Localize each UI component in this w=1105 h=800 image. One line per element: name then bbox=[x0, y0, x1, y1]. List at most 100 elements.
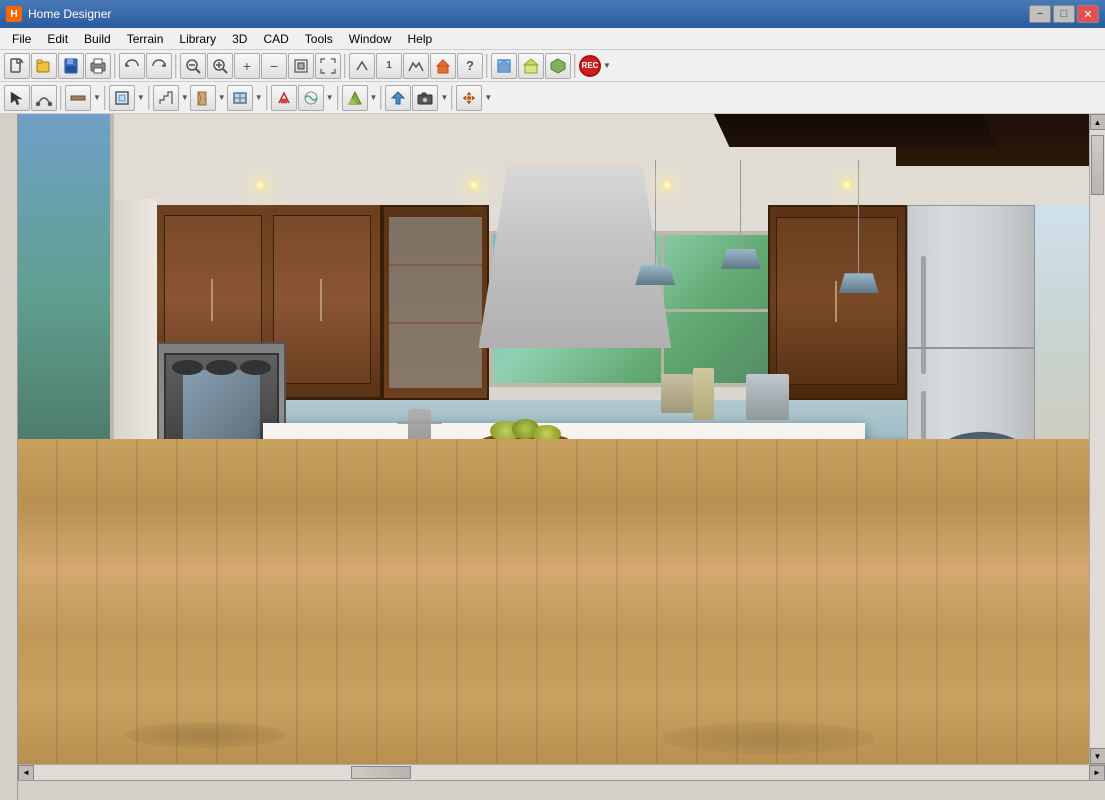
minimize-button[interactable]: − bbox=[1029, 5, 1051, 23]
vertical-scrollbar[interactable]: ▲ ▼ bbox=[1089, 114, 1105, 764]
door-dropdown-arrow[interactable]: ▼ bbox=[218, 93, 226, 102]
open-button[interactable] bbox=[31, 53, 57, 79]
separator-1 bbox=[114, 54, 116, 78]
title-bar: H Home Designer − □ ✕ bbox=[0, 0, 1105, 28]
paint-tool-button[interactable] bbox=[271, 85, 297, 111]
menu-item-cad[interactable]: CAD bbox=[255, 28, 296, 49]
zoom-out-button[interactable] bbox=[180, 53, 206, 79]
oven-door-top bbox=[164, 353, 279, 455]
menu-item-window[interactable]: Window bbox=[341, 28, 400, 49]
redo-button[interactable] bbox=[146, 53, 172, 79]
material-dropdown-arrow[interactable]: ▼ bbox=[326, 93, 334, 102]
menu-item-3d[interactable]: 3D bbox=[224, 28, 255, 49]
menu-item-build[interactable]: Build bbox=[76, 28, 119, 49]
camera-tool-button[interactable] bbox=[412, 85, 438, 111]
window-tool-button[interactable] bbox=[227, 85, 253, 111]
rec-dropdown-arrow[interactable]: ▼ bbox=[603, 61, 611, 70]
scroll-down-button[interactable]: ▼ bbox=[1090, 748, 1105, 764]
burner-2 bbox=[641, 449, 696, 471]
stairs-dropdown-arrow[interactable]: ▼ bbox=[181, 93, 189, 102]
question-button[interactable]: ? bbox=[457, 53, 483, 79]
menu-item-help[interactable]: Help bbox=[399, 28, 440, 49]
floor-plan-button[interactable] bbox=[491, 53, 517, 79]
cabinet-door-2 bbox=[273, 215, 371, 384]
room-tool-button[interactable] bbox=[109, 85, 135, 111]
oven-door-bottom bbox=[164, 475, 279, 577]
3d-view-button[interactable] bbox=[545, 53, 571, 79]
separator-9 bbox=[266, 86, 268, 110]
separator-12 bbox=[451, 86, 453, 110]
menu-item-tools[interactable]: Tools bbox=[297, 28, 341, 49]
title-bar-controls: − □ ✕ bbox=[1029, 5, 1099, 23]
maximize-button[interactable]: □ bbox=[1053, 5, 1075, 23]
room-dropdown-arrow[interactable]: ▼ bbox=[137, 93, 145, 102]
zoom-in-button[interactable] bbox=[207, 53, 233, 79]
island-faucet bbox=[408, 409, 430, 470]
scroll-thumb-vertical[interactable] bbox=[1091, 135, 1104, 195]
select-tool-button[interactable] bbox=[4, 85, 30, 111]
knob-1 bbox=[172, 360, 203, 375]
scroll-right-button[interactable]: ► bbox=[1089, 765, 1105, 781]
viewport[interactable]: VIKING bbox=[18, 114, 1089, 764]
separator-8 bbox=[148, 86, 150, 110]
wall-dropdown-arrow[interactable]: ▼ bbox=[93, 93, 101, 102]
menu-item-edit[interactable]: Edit bbox=[39, 28, 76, 49]
move-tool-button[interactable] bbox=[456, 85, 482, 111]
move-dropdown-arrow[interactable]: ▼ bbox=[484, 93, 492, 102]
sink-right bbox=[425, 450, 491, 477]
terrain-tool-button[interactable] bbox=[342, 85, 368, 111]
terrain-dropdown-arrow[interactable]: ▼ bbox=[370, 93, 378, 102]
3d-house-button[interactable] bbox=[518, 53, 544, 79]
window-dropdown-arrow[interactable]: ▼ bbox=[255, 93, 263, 102]
spot-light-3 bbox=[661, 179, 673, 191]
oven-knobs bbox=[172, 360, 272, 375]
pendant-light-3 bbox=[832, 160, 886, 323]
stool-leg-2 bbox=[887, 513, 895, 666]
camera-dropdown-arrow[interactable]: ▼ bbox=[440, 93, 448, 102]
menu-item-terrain[interactable]: Terrain bbox=[119, 28, 172, 49]
shelf-2 bbox=[389, 322, 482, 324]
toolbar-secondary: ▼ ▼ ▼ ▼ ▼ ▼ ▼ ▼ ▼ bbox=[0, 82, 1105, 114]
save-button[interactable] bbox=[58, 53, 84, 79]
scroll-left-button[interactable]: ◄ bbox=[18, 765, 34, 781]
separator-5 bbox=[574, 54, 576, 78]
stool-leg-1 bbox=[978, 487, 987, 656]
decor-bottle-2 bbox=[693, 368, 714, 420]
door-tool-button[interactable] bbox=[190, 85, 216, 111]
menu-bar: File Edit Build Terrain Library 3D CAD T… bbox=[0, 28, 1105, 50]
house-button[interactable] bbox=[430, 53, 456, 79]
zoom-plus-button[interactable]: + bbox=[234, 53, 260, 79]
scroll-up-button[interactable]: ▲ bbox=[1090, 114, 1105, 130]
separator-4 bbox=[486, 54, 488, 78]
horizontal-scrollbar[interactable]: ◄ ► bbox=[18, 764, 1105, 780]
fit-view-button[interactable] bbox=[288, 53, 314, 79]
separator-3 bbox=[344, 54, 346, 78]
stool-base-2 bbox=[843, 666, 939, 690]
fridge-divider bbox=[908, 347, 1035, 349]
oven-window-bottom bbox=[183, 491, 260, 560]
material-tool-button[interactable] bbox=[298, 85, 324, 111]
shelf-1 bbox=[389, 264, 482, 266]
menu-item-library[interactable]: Library bbox=[171, 28, 224, 49]
arrow-tool-button[interactable] bbox=[385, 85, 411, 111]
print-button[interactable] bbox=[85, 53, 111, 79]
menu-item-file[interactable]: File bbox=[4, 28, 39, 49]
arc-tool-button[interactable] bbox=[31, 85, 57, 111]
rec-button[interactable]: REC bbox=[579, 55, 601, 77]
stool-leg-3 bbox=[807, 529, 814, 672]
wall-tool-button[interactable] bbox=[65, 85, 91, 111]
stairs-tool-button[interactable] bbox=[153, 85, 179, 111]
peak-button[interactable] bbox=[403, 53, 429, 79]
scroll-track-horizontal[interactable] bbox=[34, 765, 1089, 780]
scroll-track-vertical[interactable] bbox=[1090, 130, 1105, 748]
cabinet-handle-1 bbox=[211, 279, 213, 321]
arrow-up-button[interactable] bbox=[349, 53, 375, 79]
undo-button[interactable] bbox=[119, 53, 145, 79]
count-button[interactable]: 1 bbox=[376, 53, 402, 79]
expand-button[interactable] bbox=[315, 53, 341, 79]
close-button[interactable]: ✕ bbox=[1077, 5, 1099, 23]
pendant-light-2 bbox=[714, 160, 768, 323]
new-button[interactable] bbox=[4, 53, 30, 79]
scroll-thumb-horizontal[interactable] bbox=[351, 766, 411, 779]
zoom-minus-button[interactable]: − bbox=[261, 53, 287, 79]
